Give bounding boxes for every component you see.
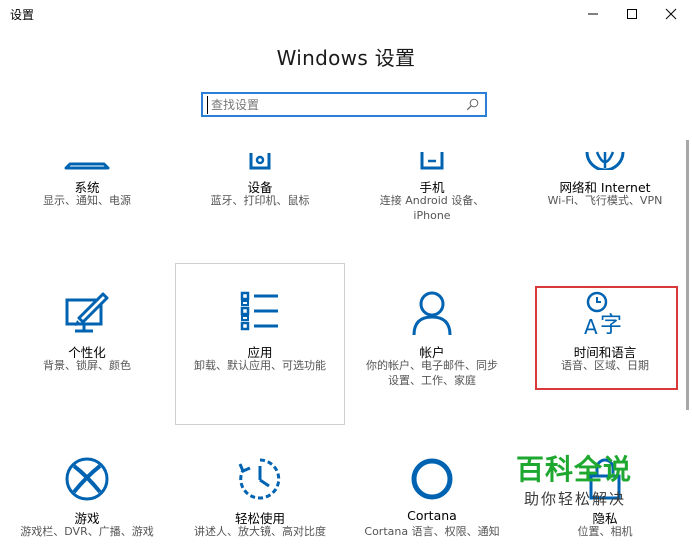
highlight-box (535, 286, 678, 390)
watermark-brand: 百科全说 (516, 453, 633, 486)
tile-desc: 设置、工作、家庭 (388, 374, 476, 387)
close-icon (665, 8, 677, 20)
tile-gaming[interactable]: 游戏 游戏栏、DVR、广播、游戏 (2, 456, 172, 544)
tile-apps[interactable]: 应用 卸载、默认应用、可选功能 (175, 290, 345, 380)
tile-desc: 蓝牙、打印机、鼠标 (210, 194, 310, 207)
tile-cortana[interactable]: Cortana Cortana 语言、权限、通知 (347, 456, 517, 544)
xbox-icon (65, 457, 109, 501)
tile-desc: 讲述人、放大镜、高对比度 (194, 525, 326, 538)
close-button[interactable] (650, 0, 692, 28)
tile-desc: 游戏栏、DVR、广播、游戏 (20, 525, 154, 538)
search-input[interactable] (207, 96, 461, 114)
scrollbar-thumb[interactable] (686, 140, 689, 410)
tile-network[interactable]: 网络和 Internet Wi-Fi、飞行模式、VPN (520, 140, 690, 210)
tile-devices[interactable]: 设备 蓝牙、打印机、鼠标 (175, 140, 345, 210)
minimize-button[interactable] (572, 0, 614, 28)
tile-personalization[interactable]: 个性化 背景、锁屏、颜色 (2, 290, 172, 380)
ease-of-access-icon (238, 458, 281, 500)
tile-desc: iPhone (413, 209, 451, 222)
maximize-button[interactable] (611, 0, 653, 28)
tile-desc: 显示、通知、电源 (43, 194, 131, 207)
tile-phone[interactable]: 手机 连接 Android 设备、 iPhone (347, 140, 517, 222)
apps-icon (240, 291, 278, 331)
page-title: Windows 设置 (276, 46, 416, 70)
devices-icon (249, 153, 271, 170)
account-icon (412, 291, 452, 336)
minimize-icon (588, 13, 598, 15)
phone-icon (420, 152, 444, 170)
personalization-icon (65, 292, 109, 333)
watermark-slogan: 助你轻松解决 (524, 490, 627, 508)
tile-desc: Wi-Fi、飞行模式、VPN (547, 194, 663, 207)
tile-name: Cortana (407, 508, 457, 523)
tile-desc: 背景、锁屏、颜色 (43, 359, 131, 372)
tile-desc: 卸载、默认应用、可选功能 (194, 359, 326, 372)
settings-window: 设置 Windows 设置 系统 显示、通知、电源 (0, 0, 692, 544)
tile-desc: 连接 Android 设备、 (379, 194, 485, 207)
tile-ease-of-access[interactable]: 轻松使用 讲述人、放大镜、高对比度 (175, 456, 345, 544)
tile-desc: 你的帐户、电子邮件、同步 (366, 359, 498, 372)
search-icon[interactable] (466, 98, 479, 111)
laptop-icon (64, 162, 110, 170)
watermark: 百科全说 助你轻松解决 (510, 448, 660, 518)
tile-desc: Cortana 语言、权限、通知 (364, 525, 500, 538)
tile-desc: 位置、相机 (577, 525, 633, 538)
tile-system[interactable]: 系统 显示、通知、电源 (2, 140, 172, 210)
globe-icon (585, 151, 625, 170)
window-title: 设置 (10, 8, 35, 22)
tile-accounts[interactable]: 帐户 你的帐户、电子邮件、同步 设置、工作、家庭 (347, 290, 517, 390)
search-box[interactable] (201, 92, 487, 117)
cortana-icon (411, 458, 453, 500)
title-bar: 设置 (0, 0, 692, 28)
maximize-icon (627, 9, 637, 19)
